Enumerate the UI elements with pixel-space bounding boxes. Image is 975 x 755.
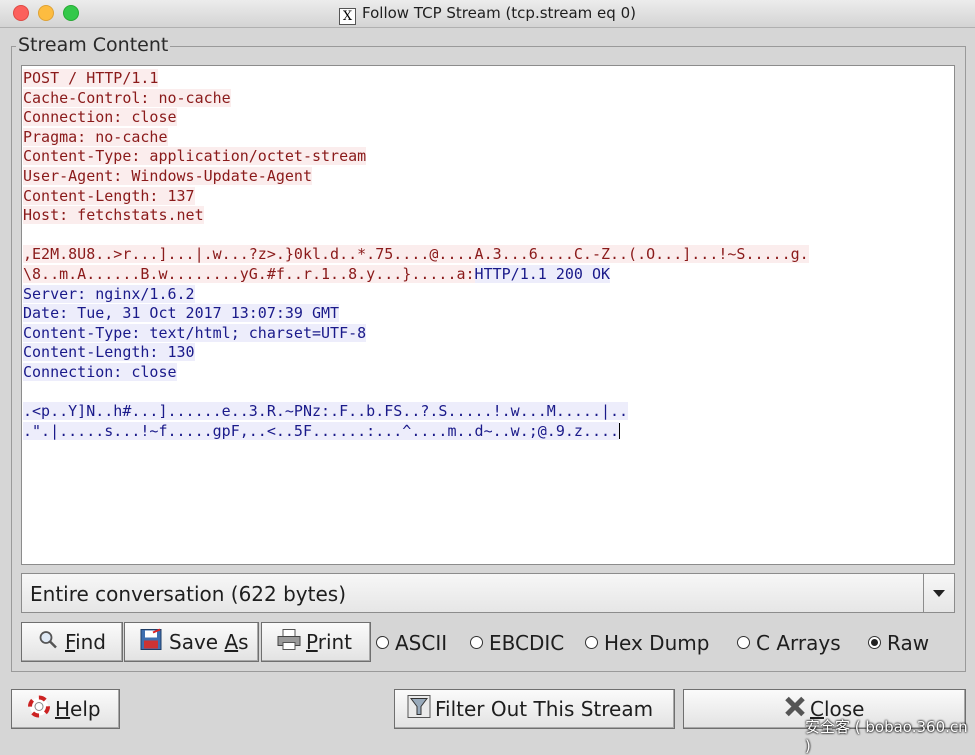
stream-line: Content-Length: 130 <box>23 343 809 363</box>
client-text: \8..m.A......B.w........yG.#f..r.1..8.y.… <box>23 264 475 283</box>
radio-hex-dump-indicator[interactable] <box>585 636 598 649</box>
chevron-down-icon[interactable] <box>923 574 954 612</box>
radio-ebcdic-indicator[interactable] <box>470 636 483 649</box>
client-text: User-Agent: Windows-Update-Agent <box>23 166 312 185</box>
printer-icon <box>277 629 301 656</box>
stream-line: POST / HTTP/1.1 <box>23 69 809 89</box>
client-text: ,E2M.8U8..>r...]...|.w...?z>.}0kl.d..*.7… <box>23 245 809 264</box>
client-text: Cache-Control: no-cache <box>23 88 231 107</box>
save-icon <box>140 628 162 656</box>
server-text: .".|.....s...!~f.....gpF,..<..5F......:.… <box>23 421 620 440</box>
stream-line: Content-Type: text/html; charset=UTF-8 <box>23 323 809 344</box>
text-cursor <box>619 422 621 439</box>
window-title: Follow TCP Stream (tcp.stream eq 0) <box>362 4 636 22</box>
server-text: .<p..Y]N..h#...]......e..3.R.~PNz:.F..b.… <box>23 402 629 421</box>
save-as-button-label: Save As <box>169 630 249 654</box>
stream-line: User-Agent: Windows-Update-Agent <box>23 166 809 187</box>
radio-ascii[interactable]: ASCII <box>376 631 447 655</box>
save-as-button[interactable]: Save As <box>124 622 259 662</box>
radio-c-arrays-label: C Arrays <box>756 631 841 655</box>
client-text: Connection: close <box>23 108 177 127</box>
stream-line: Content-Length: 137 <box>23 186 809 207</box>
stream-line: Cache-Control: no-cache <box>23 88 809 109</box>
radio-raw[interactable]: Raw <box>868 631 929 655</box>
stream-line: \8..m.A......B.w........yG.#f..r.1..8.y.… <box>23 264 809 285</box>
print-button-label: Print <box>306 630 353 654</box>
client-text: Content-Type: application/octet-stream <box>23 147 367 166</box>
stream-line <box>23 226 809 246</box>
conversation-select[interactable]: Entire conversation (622 bytes) <box>21 573 955 613</box>
stream-lines: POST / HTTP/1.1 Cache-Control: no-cache Co… <box>23 69 809 441</box>
client-text: Pragma: no-cache <box>23 127 168 146</box>
find-button[interactable]: Find <box>21 622 123 662</box>
find-button-label: Find <box>65 630 106 654</box>
close-x-icon <box>784 696 806 723</box>
radio-ebcdic-label: EBCDIC <box>489 631 565 655</box>
radio-c-arrays-indicator[interactable] <box>737 636 750 649</box>
title-bar: X Follow TCP Stream (tcp.stream eq 0) <box>0 0 975 28</box>
server-text: Connection: close <box>23 362 177 381</box>
filter-out-stream-button[interactable]: Filter Out This Stream <box>394 689 675 729</box>
stream-line: Date: Tue, 31 Oct 2017 13:07:39 GMT <box>23 304 809 324</box>
stream-line: Pragma: no-cache <box>23 127 809 148</box>
server-text: HTTP/1.1 200 OK <box>474 264 611 283</box>
window-title-wrap: X Follow TCP Stream (tcp.stream eq 0) <box>0 4 975 25</box>
stream-text-area[interactable]: POST / HTTP/1.1 Cache-Control: no-cache Co… <box>21 65 955 565</box>
radio-ascii-label: ASCII <box>395 631 448 655</box>
client-text: Content-Length: 137 <box>23 186 195 205</box>
stream-line: ,E2M.8U8..>r...]...|.w...?z>.}0kl.d..*.7… <box>23 245 809 265</box>
stream-content-legend: Stream Content <box>16 34 171 56</box>
radio-raw-indicator[interactable] <box>868 636 881 649</box>
server-text: Date: Tue, 31 Oct 2017 13:07:39 GMT <box>23 304 340 323</box>
radio-hex-dump[interactable]: Hex Dump <box>585 631 709 655</box>
print-button[interactable]: Print <box>261 622 371 662</box>
client-text: Host: fetchstats.net <box>23 206 204 225</box>
server-text: Content-Length: 130 <box>23 343 195 362</box>
stream-line <box>23 383 809 403</box>
stream-line: Connection: close <box>23 108 809 128</box>
filter-icon <box>407 695 431 724</box>
stream-line: Server: nginx/1.6.2 <box>23 284 809 305</box>
stream-line: .".|.....s...!~f.....gpF,..<..5F......:.… <box>23 421 809 442</box>
lifebuoy-icon <box>28 695 50 723</box>
client-text: POST / HTTP/1.1 <box>23 69 159 87</box>
radio-ebcdic[interactable]: EBCDIC <box>470 631 564 655</box>
stream-line: Connection: close <box>23 362 809 383</box>
radio-raw-label: Raw <box>887 631 930 655</box>
radio-ascii-indicator[interactable] <box>376 636 389 649</box>
stream-line: .<p..Y]N..h#...]......e..3.R.~PNz:.F..b.… <box>23 402 809 422</box>
server-text: Content-Type: text/html; charset=UTF-8 <box>23 323 367 342</box>
watermark-text: 安全客 ( bobao.360.cn ) <box>805 718 968 755</box>
stream-line: Host: fetchstats.net <box>23 206 809 226</box>
help-button-label: Help <box>55 697 101 721</box>
server-text: Server: nginx/1.6.2 <box>23 284 195 303</box>
filter-out-stream-label: Filter Out This Stream <box>435 697 654 721</box>
radio-hex-dump-label: Hex Dump <box>604 631 710 655</box>
magnifier-icon <box>38 630 58 655</box>
radio-c-arrays[interactable]: C Arrays <box>737 631 841 655</box>
stream-line: Content-Type: application/octet-stream <box>23 147 809 167</box>
conversation-select-value: Entire conversation (622 bytes) <box>30 582 347 606</box>
x11-app-icon: X <box>339 8 357 25</box>
help-button[interactable]: Help <box>11 689 120 729</box>
